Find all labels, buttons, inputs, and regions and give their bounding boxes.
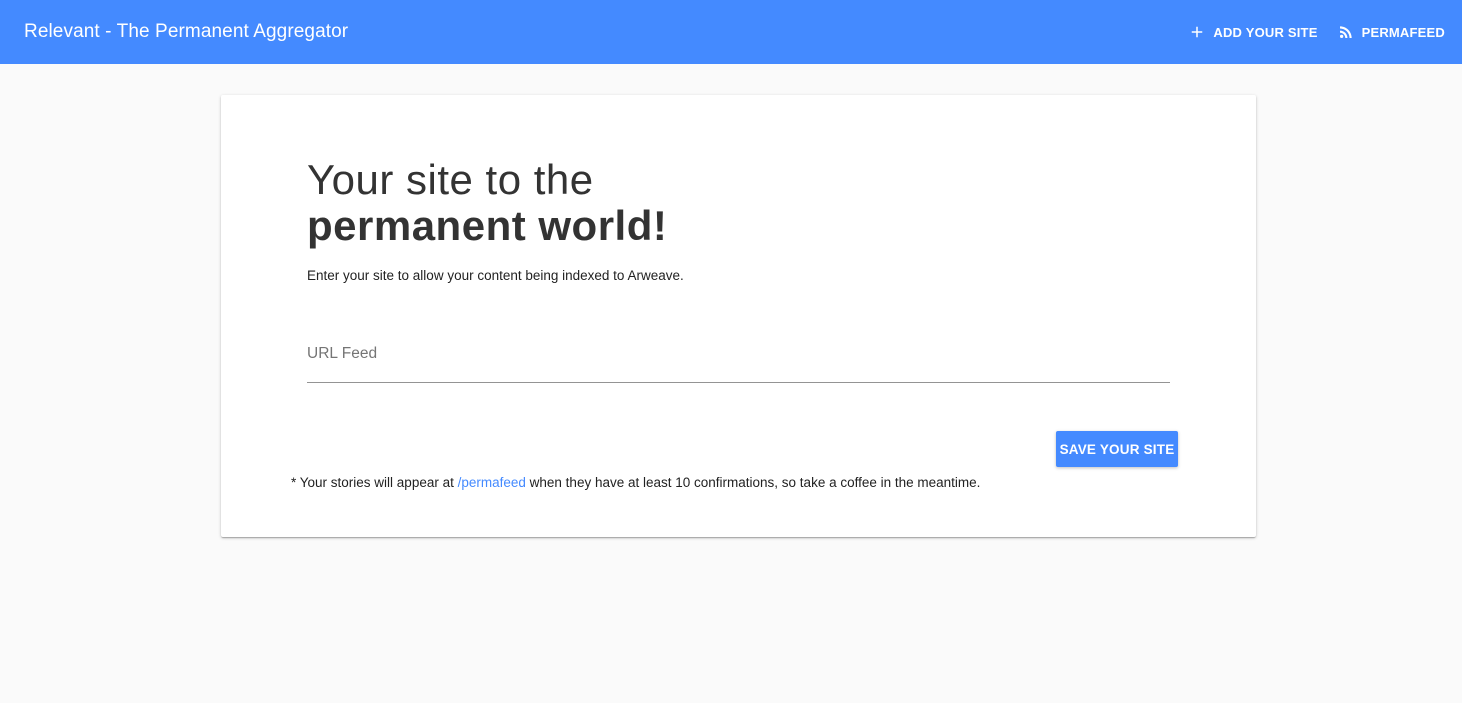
footnote-prefix: * Your stories will appear at — [291, 475, 458, 490]
heading-line-1: Your site to the — [307, 156, 594, 203]
permafeed-label: PERMAFEED — [1361, 24, 1445, 40]
rss-icon — [1337, 23, 1355, 41]
page-subtitle: Enter your site to allow your content be… — [307, 268, 684, 283]
footnote-suffix: when they have at least 10 confirmations… — [525, 475, 981, 490]
page-heading: Your site to the permanent world! — [307, 157, 667, 249]
add-your-site-button[interactable]: ADD YOUR SITE — [1180, 14, 1325, 50]
plus-icon — [1188, 23, 1206, 41]
footnote: * Your stories will appear at /permafeed… — [291, 475, 980, 490]
url-feed-field — [307, 331, 1170, 383]
url-feed-input[interactable] — [307, 331, 1170, 377]
save-your-site-button[interactable]: SAVE YOUR SITE — [1056, 431, 1178, 467]
heading-line-2: permanent world! — [307, 202, 668, 249]
app-bar: Relevant - The Permanent Aggregator ADD … — [0, 0, 1462, 64]
top-nav: ADD YOUR SITE PERMAFEED — [1180, 0, 1453, 64]
add-your-site-label: ADD YOUR SITE — [1213, 24, 1318, 40]
permafeed-link[interactable]: /permafeed — [458, 475, 526, 490]
permafeed-button[interactable]: PERMAFEED — [1329, 14, 1453, 50]
app-title: Relevant - The Permanent Aggregator — [24, 21, 349, 42]
submit-site-card: Your site to the permanent world! Enter … — [221, 95, 1256, 537]
